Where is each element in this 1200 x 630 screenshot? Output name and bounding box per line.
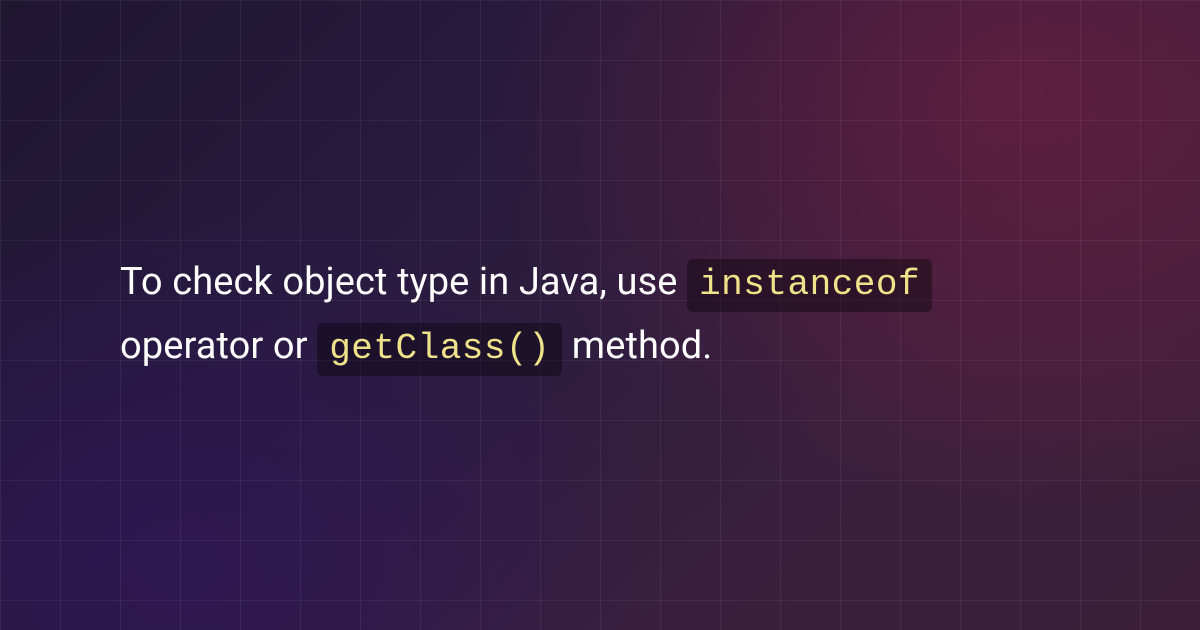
code-instanceof: instanceof <box>687 259 932 312</box>
sentence-text-3: method. <box>572 324 713 368</box>
sentence-text-1: To check object type in Java, use <box>120 260 687 304</box>
code-getclass: getClass() <box>317 323 562 376</box>
main-sentence: To check object type in Java, use instan… <box>120 251 1080 379</box>
sentence-text-2: operator or <box>120 324 317 368</box>
content-container: To check object type in Java, use instan… <box>120 0 1080 630</box>
